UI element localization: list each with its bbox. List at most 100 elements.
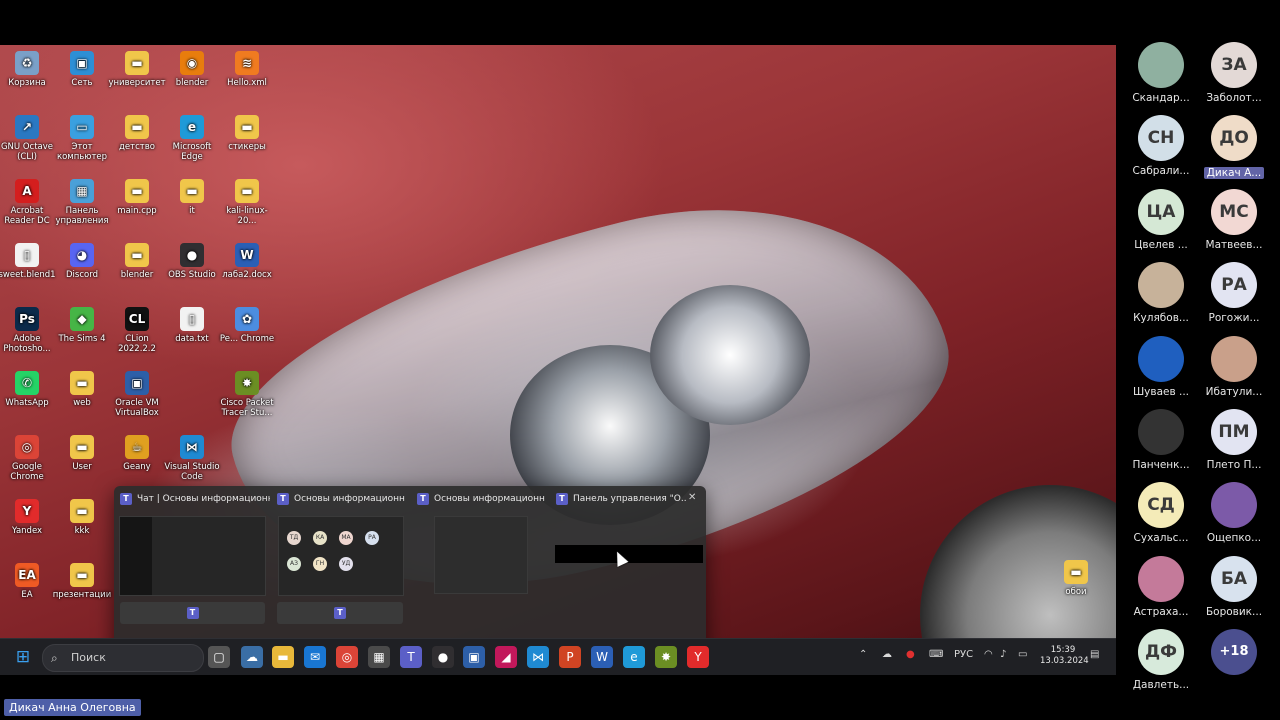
volume-icon[interactable]: ♪ bbox=[1000, 649, 1006, 660]
desktop-icon[interactable]: ▬ blender bbox=[107, 243, 167, 280]
desktop-icon[interactable]: ▬ kkk bbox=[52, 499, 112, 536]
participant-tile[interactable]: ДО Дикач А... bbox=[1194, 115, 1274, 180]
desktop-icon[interactable]: ▬ обои bbox=[1046, 560, 1106, 597]
window-preview-title: Основы информационно... bbox=[434, 494, 545, 504]
keyboard-icon[interactable]: ⌨ bbox=[929, 649, 943, 660]
window-preview[interactable]: T Основы информационно... bbox=[417, 486, 545, 512]
desktop-icon[interactable]: ▬ main.cpp bbox=[107, 179, 167, 216]
desktop-icon[interactable]: ▬ стикеры bbox=[217, 115, 277, 152]
participant-tile[interactable]: Панченк... bbox=[1121, 409, 1201, 471]
window-preview-teams-button[interactable]: T bbox=[277, 602, 403, 624]
desktop-icon[interactable]: ✆ WhatsApp bbox=[0, 371, 57, 408]
desktop-icon[interactable]: EA EA bbox=[0, 563, 57, 600]
desktop-icon[interactable]: Y Yandex bbox=[0, 499, 57, 536]
participant-tile[interactable]: БА Боровик... bbox=[1194, 555, 1274, 618]
desktop-icon[interactable]: ✿ Pe... Chrome bbox=[217, 307, 277, 344]
desktop-icon[interactable]: ▭ Этот компьютер bbox=[52, 115, 112, 162]
chevron-up-icon[interactable]: ⌃ bbox=[859, 649, 867, 660]
participant-tile[interactable]: СН Сабрали... bbox=[1121, 115, 1201, 177]
desktop-icon[interactable]: ▬ детство bbox=[107, 115, 167, 152]
yandex-icon[interactable]: Y bbox=[687, 646, 709, 668]
desktop-icon[interactable]: ♻ Корзина bbox=[0, 51, 57, 88]
desktop-app-icon: ◎ bbox=[15, 435, 39, 459]
teams-icon[interactable]: T bbox=[400, 646, 422, 668]
more-participants-button[interactable]: +18 bbox=[1194, 629, 1274, 676]
desktop-icon[interactable]: Wлаба2.docx bbox=[217, 243, 277, 280]
desktop-icon[interactable]: e Microsoft Edge bbox=[162, 115, 222, 162]
participant-tile[interactable]: СД Сухальс... bbox=[1121, 482, 1201, 544]
obs-icon[interactable]: ● bbox=[432, 646, 454, 668]
start-windows-icon[interactable]: ⊞ bbox=[12, 646, 34, 668]
participant-tile[interactable]: ДФ Давлеть... bbox=[1121, 629, 1201, 691]
desktop-icon[interactable]: ▦ Панель управления bbox=[52, 179, 112, 226]
desktop-icon[interactable]: ▯ data.txt bbox=[162, 307, 222, 344]
virtualbox-icon[interactable]: ▣ bbox=[463, 646, 485, 668]
task-view-icon[interactable]: ▢ bbox=[208, 646, 230, 668]
battery-icon[interactable]: ▭ bbox=[1018, 649, 1027, 660]
desktop-icon[interactable]: ◆ The Sims 4 bbox=[52, 307, 112, 344]
participant-tile[interactable]: Ощепко... bbox=[1194, 482, 1274, 544]
desktop-icon[interactable]: ▬ презентации bbox=[52, 563, 112, 600]
desktop-app-icon: ◆ bbox=[70, 307, 94, 331]
participant-tile[interactable]: Шуваев ... bbox=[1121, 335, 1201, 398]
participant-tile[interactable]: Ибатули... bbox=[1194, 335, 1274, 398]
participant-name: Скандар... bbox=[1132, 92, 1190, 104]
window-preview[interactable]: T Чат | Основы информационно... bbox=[120, 486, 270, 512]
notifications-icon[interactable]: ▤ bbox=[1090, 649, 1099, 660]
desktop-icon-label: обои bbox=[1065, 587, 1087, 597]
vscode-icon[interactable]: ⋈ bbox=[527, 646, 549, 668]
desktop-icon[interactable]: ▣ Oracle VM VirtualBox bbox=[107, 371, 167, 418]
desktop-icon-label: стикеры bbox=[228, 142, 266, 152]
participant-tile[interactable]: Скандар... bbox=[1121, 42, 1201, 104]
word-icon[interactable]: W bbox=[591, 646, 613, 668]
wifi-icon[interactable]: ◠ bbox=[984, 649, 993, 660]
clock[interactable]: 15:39 13.03.2024 bbox=[1040, 645, 1089, 667]
window-preview[interactable]: T Основы информационно... bbox=[277, 486, 405, 512]
widgets-icon[interactable]: ☁ bbox=[241, 646, 263, 668]
desktop-icon[interactable]: ◎ Google Chrome bbox=[0, 435, 57, 482]
desktop-icon[interactable]: ≋ Hello.xml bbox=[217, 51, 277, 88]
participant-tile[interactable]: ЦА Цвелев ... bbox=[1121, 188, 1201, 251]
calculator-icon[interactable]: ▦ bbox=[368, 646, 390, 668]
desktop-icon[interactable]: ◉ blender bbox=[162, 51, 222, 88]
edge-icon[interactable]: e bbox=[623, 646, 645, 668]
desktop-icon[interactable]: ▬ User bbox=[52, 435, 112, 472]
desktop-icon[interactable]: ◕ Discord bbox=[52, 243, 112, 280]
desktop-icon[interactable]: ↗ GNU Octave (CLI) bbox=[0, 115, 57, 162]
participant-tile[interactable]: ЗА Заболот... bbox=[1194, 42, 1274, 104]
window-preview-teams-button[interactable]: T bbox=[120, 602, 265, 624]
desktop-icon[interactable]: A Acrobat Reader DC bbox=[0, 179, 57, 226]
desktop-icon[interactable]: ▬ web bbox=[52, 371, 112, 408]
close-icon[interactable]: ✕ bbox=[688, 492, 696, 503]
desktop-icon[interactable]: ⋈ Visual Studio Code bbox=[162, 435, 222, 482]
desktop-icon[interactable]: ▬ it bbox=[162, 179, 222, 216]
participant-tile[interactable]: МС Матвеев... bbox=[1194, 188, 1274, 251]
onedrive-icon[interactable]: ☁ bbox=[882, 649, 892, 660]
powerpoint-icon[interactable]: P bbox=[559, 646, 581, 668]
mic-muted-icon[interactable]: ● bbox=[906, 649, 915, 660]
jetbrains-icon[interactable]: ◢ bbox=[495, 646, 517, 668]
window-preview[interactable]: T Панель управления "О... bbox=[556, 486, 686, 512]
participant-name: Цвелев ... bbox=[1134, 238, 1188, 251]
file-explorer-icon[interactable]: ▬ bbox=[272, 646, 294, 668]
desktop-icon[interactable]: ▬ kali-linux-20... bbox=[217, 179, 277, 226]
taskbar-search[interactable]: ⌕ Поиск bbox=[42, 644, 204, 672]
desktop-app-icon: e bbox=[180, 115, 204, 139]
participant-tile[interactable]: ПМ Плето П... bbox=[1194, 409, 1274, 471]
desktop-icon[interactable]: ✸ Cisco Packet Tracer Stu... bbox=[217, 371, 277, 418]
desktop-icon[interactable]: ▣ Сеть bbox=[52, 51, 112, 88]
chrome-icon[interactable]: ◎ bbox=[336, 646, 358, 668]
language-indicator[interactable]: РУС bbox=[954, 649, 973, 660]
desktop-icon[interactable]: ▯ sweet.blend1 bbox=[0, 243, 57, 280]
participant-name: Боровик... bbox=[1205, 605, 1263, 618]
desktop-icon[interactable]: Ps Adobe Photosho... bbox=[0, 307, 57, 354]
desktop-icon[interactable]: ● OBS Studio bbox=[162, 243, 222, 280]
participant-tile[interactable]: Астраха... bbox=[1121, 555, 1201, 618]
mail-icon[interactable]: ✉ bbox=[304, 646, 326, 668]
participant-tile[interactable]: Кулябов... bbox=[1121, 262, 1201, 324]
packet-tracer-icon[interactable]: ✸ bbox=[655, 646, 677, 668]
participant-tile[interactable]: РА Рогожи... bbox=[1194, 262, 1274, 324]
desktop-icon[interactable]: CL CLion 2022.2.2 bbox=[107, 307, 167, 354]
desktop-icon[interactable]: ▬ университет bbox=[107, 51, 167, 88]
desktop-icon[interactable]: ☕ Geany bbox=[107, 435, 167, 472]
